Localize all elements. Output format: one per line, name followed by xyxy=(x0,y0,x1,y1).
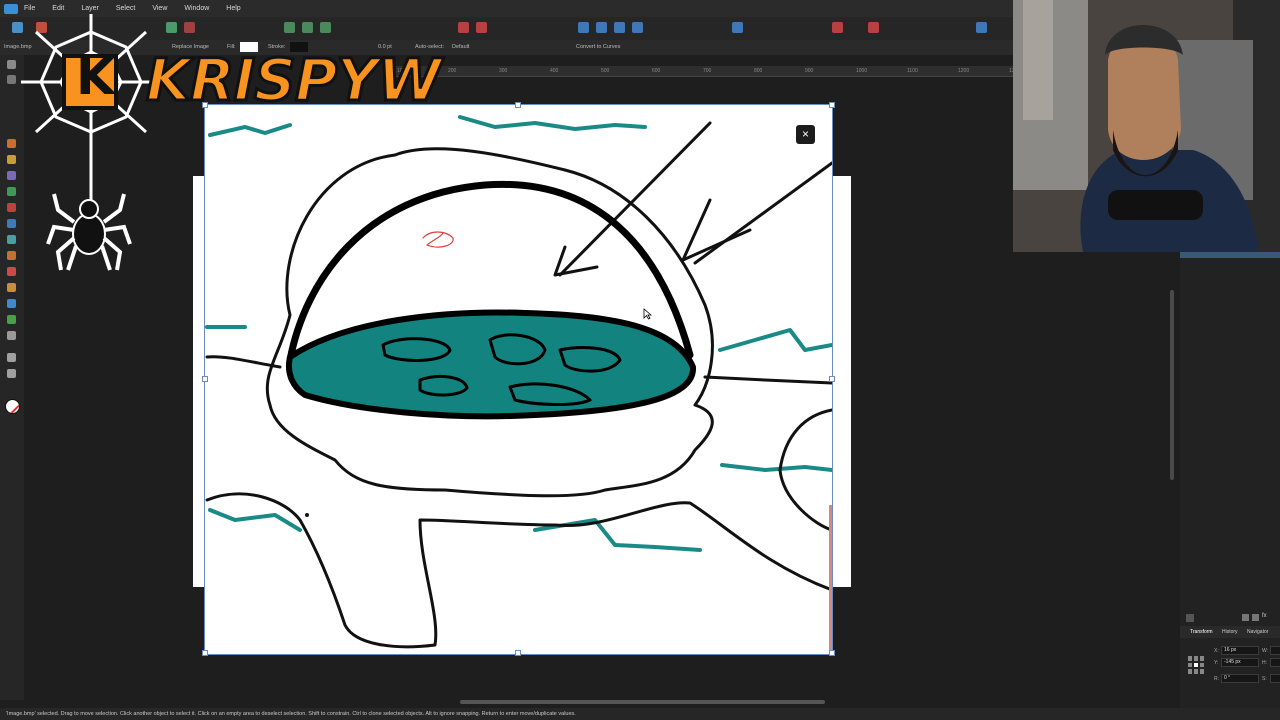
webcam-image xyxy=(1013,0,1280,252)
horizontal-ruler: 1002003004005006007008009001000110012001… xyxy=(395,66,1173,77)
ground-line xyxy=(703,375,832,385)
red-scribble xyxy=(422,231,454,248)
ruler-tick-label: 300 xyxy=(499,68,508,74)
ground-line xyxy=(205,355,282,369)
artistic-text-icon[interactable] xyxy=(7,299,16,308)
lower-outline xyxy=(205,492,832,649)
h-field[interactable] xyxy=(1270,658,1280,667)
tab-history[interactable]: History xyxy=(1222,629,1238,635)
ruler-tick-label: 1200 xyxy=(958,68,970,74)
boolean-subtract-icon[interactable] xyxy=(458,22,469,33)
rotate-right-icon[interactable] xyxy=(632,22,643,33)
menu-select[interactable]: Select xyxy=(116,5,135,12)
menu-layer[interactable]: Layer xyxy=(81,5,99,12)
status-bar: 'Image.bmp' selected. Drag to move selec… xyxy=(0,708,1280,720)
panel-add-icon[interactable] xyxy=(1242,614,1249,621)
selection-handle[interactable] xyxy=(515,102,521,108)
color-swatch-icon[interactable] xyxy=(5,399,20,414)
rotate-left-icon[interactable] xyxy=(614,22,625,33)
panel-header xyxy=(1180,252,1280,258)
close-button[interactable]: × xyxy=(796,125,815,144)
menu-edit[interactable]: Edit xyxy=(52,5,64,12)
logo-letter: K xyxy=(76,48,115,106)
ruler-tick-label: 1000 xyxy=(856,68,868,74)
tab-transform[interactable]: Transform xyxy=(1190,629,1213,635)
r-label: R: xyxy=(1214,676,1219,682)
ruler-tick-label: 500 xyxy=(601,68,610,74)
teal-pool xyxy=(285,309,696,420)
x-field[interactable]: 16 px xyxy=(1221,646,1259,655)
ruler-tick-label: 200 xyxy=(448,68,457,74)
assistant-icon[interactable] xyxy=(832,22,843,33)
y-label: Y: xyxy=(1214,660,1219,666)
ruler-tick-label: 900 xyxy=(805,68,814,74)
shear-field[interactable] xyxy=(1270,674,1280,683)
selection-handle[interactable] xyxy=(829,650,835,656)
logo-text: KRISPYW xyxy=(144,45,442,116)
anchor-point-grid[interactable] xyxy=(1188,656,1206,674)
ruler-tick-label: 1100 xyxy=(907,68,918,74)
color-picker-icon[interactable] xyxy=(868,22,879,33)
menu-file[interactable]: File xyxy=(24,5,35,12)
fx-icon[interactable]: fx xyxy=(1262,613,1267,619)
horizontal-scrollbar[interactable] xyxy=(460,700,825,704)
panel-delete-icon[interactable] xyxy=(1252,614,1259,621)
ellipse-tool-icon[interactable] xyxy=(7,283,16,292)
ruler-tick-label: 400 xyxy=(550,68,559,74)
webcam-feed xyxy=(1013,0,1280,252)
arrow-line xyxy=(693,161,832,265)
studio-icon[interactable] xyxy=(976,22,987,33)
w-label: W: xyxy=(1262,648,1269,654)
s-label: S: xyxy=(1262,676,1267,682)
studio-panel xyxy=(1180,252,1280,708)
hand-tool-icon[interactable] xyxy=(7,353,16,362)
transparency-tool-icon[interactable] xyxy=(7,331,16,340)
panel-tabs: Transform History Navigator xyxy=(1180,626,1280,638)
selection-handle[interactable] xyxy=(829,102,835,108)
menu-window[interactable]: Window xyxy=(184,5,209,12)
vertical-scrollbar[interactable] xyxy=(1170,290,1174,480)
mouse-cursor-icon xyxy=(643,308,652,320)
teal-squiggle xyxy=(718,328,832,352)
y-field[interactable]: -145 px xyxy=(1221,658,1259,667)
selection-handle[interactable] xyxy=(202,376,208,382)
ruler-tick-label: 600 xyxy=(652,68,661,74)
crop-tool-icon[interactable] xyxy=(7,315,16,324)
menu-help[interactable]: Help xyxy=(226,5,240,12)
stream-logo: K KRISPYW xyxy=(6,12,443,274)
flip-vertical-icon[interactable] xyxy=(596,22,607,33)
status-message: 'Image.bmp' selected. Drag to move selec… xyxy=(6,711,576,717)
boolean-intersect-icon[interactable] xyxy=(476,22,487,33)
h-label: H: xyxy=(1262,660,1267,666)
move-forward-icon[interactable] xyxy=(732,22,743,33)
panel-settings-icon[interactable] xyxy=(1186,614,1194,622)
selection-handle[interactable] xyxy=(515,650,521,656)
teal-squiggle xyxy=(458,115,647,131)
flip-horizontal-icon[interactable] xyxy=(578,22,589,33)
ruler-tick-label: 700 xyxy=(703,68,712,74)
w-field[interactable] xyxy=(1270,646,1280,655)
selection-handle[interactable] xyxy=(829,376,835,382)
edge-strip xyxy=(829,505,832,654)
arrow-head xyxy=(553,245,599,277)
menu-view[interactable]: View xyxy=(152,5,167,12)
spider-icon xyxy=(46,193,132,271)
convert-to-curves-button[interactable]: Convert to Curves xyxy=(576,44,620,50)
teal-squiggle xyxy=(720,463,832,472)
ruler-tick-label: 800 xyxy=(754,68,763,74)
tab-navigator[interactable]: Navigator xyxy=(1247,629,1268,635)
auto-select-dropdown[interactable]: Default xyxy=(452,44,469,50)
x-label: X: xyxy=(1214,648,1219,654)
selection-handle[interactable] xyxy=(202,650,208,656)
teal-squiggle xyxy=(208,508,302,532)
ink-dot xyxy=(305,513,309,517)
zoom-tool-icon[interactable] xyxy=(7,369,16,378)
rotation-field[interactable]: 0 ° xyxy=(1221,674,1259,683)
